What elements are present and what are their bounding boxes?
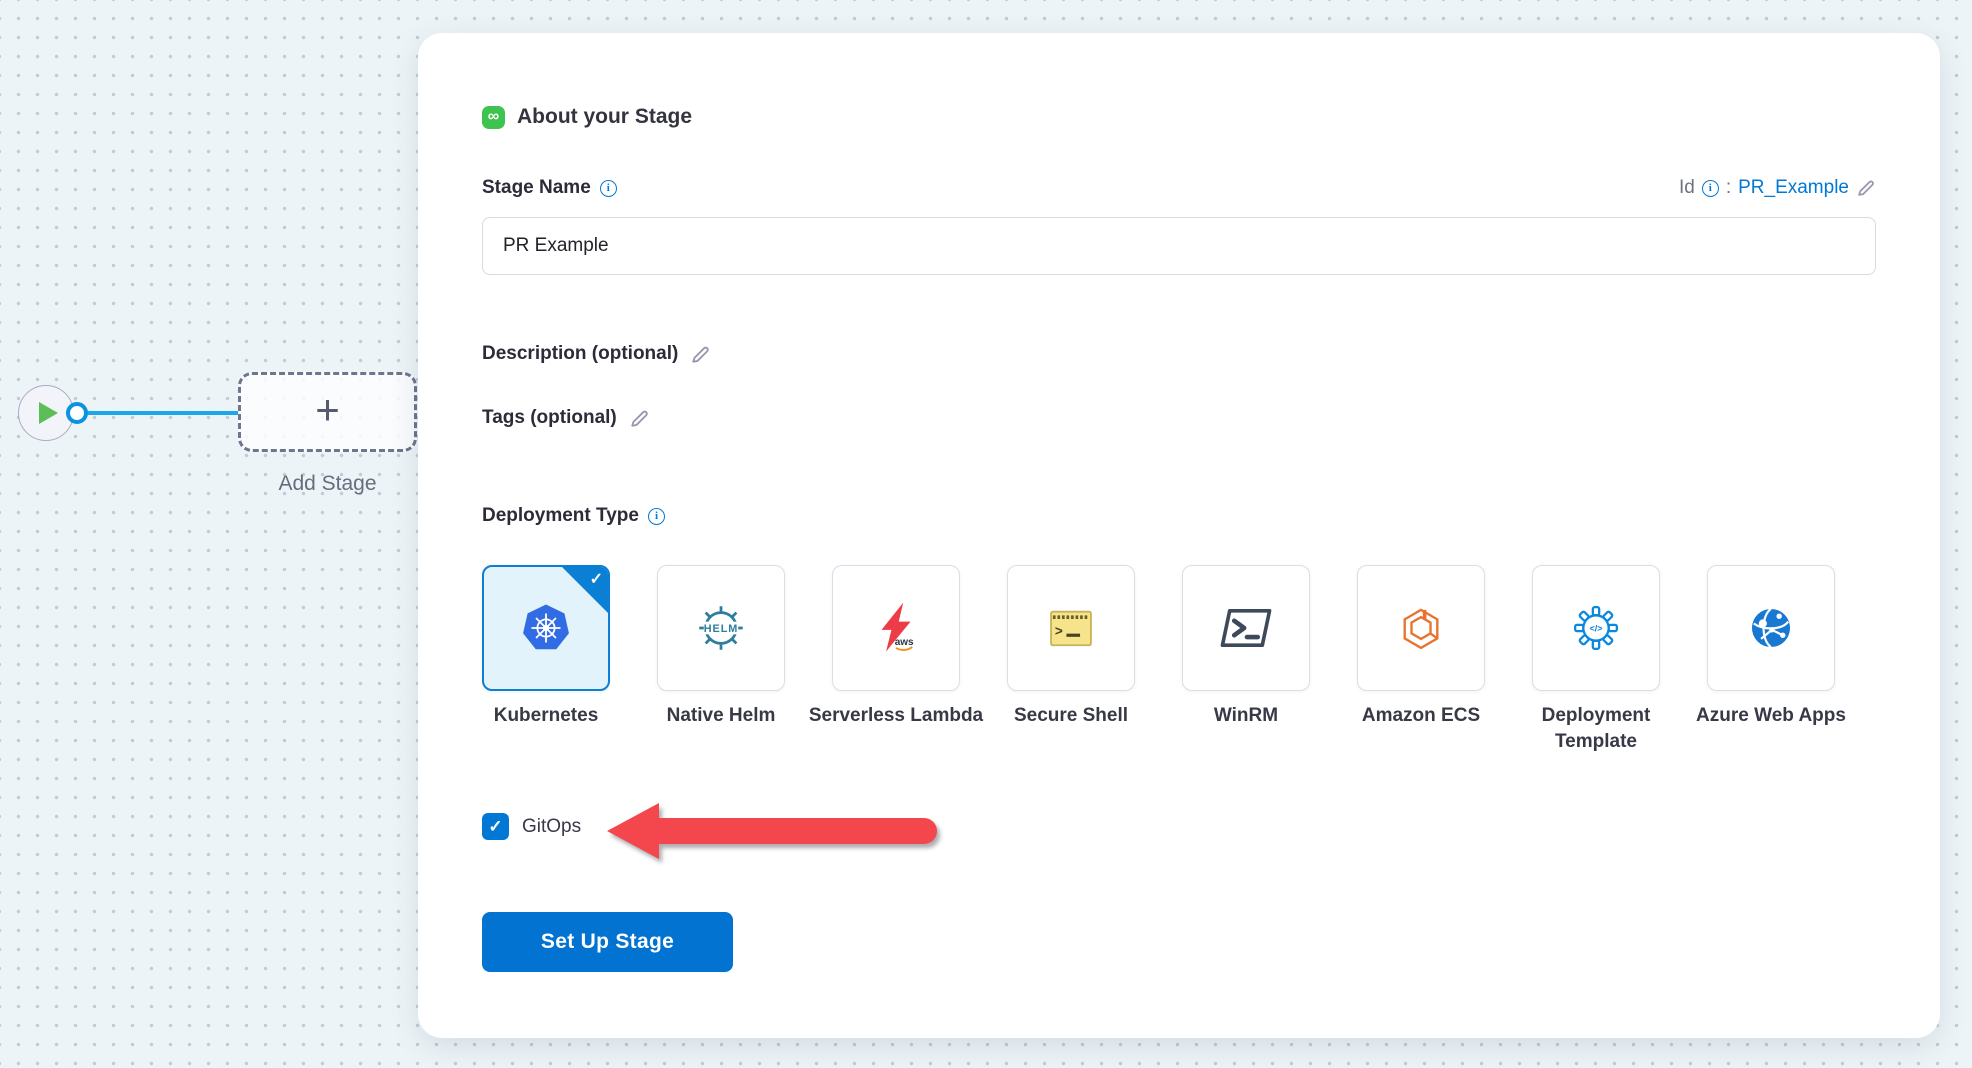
add-stage-button[interactable]: + bbox=[238, 372, 417, 452]
cd-module-icon: ∞ bbox=[482, 106, 505, 129]
add-stage-label: Add Stage bbox=[238, 472, 417, 496]
id-label: Id bbox=[1679, 177, 1695, 199]
arrow-head bbox=[607, 803, 659, 859]
arrow-shaft bbox=[659, 818, 937, 844]
id-info-icon[interactable]: i bbox=[1702, 180, 1719, 197]
node-connector-handle[interactable] bbox=[66, 402, 88, 424]
checkbox-check-icon: ✓ bbox=[488, 817, 502, 837]
kubernetes-icon bbox=[517, 599, 575, 657]
play-icon bbox=[39, 402, 58, 424]
deployment-type-secure-shell[interactable]: > Secure Shell bbox=[1007, 565, 1135, 755]
about-stage-panel: ∞ About your Stage Stage Name i Id i : P… bbox=[418, 33, 1940, 1038]
stage-name-label: Stage Name bbox=[482, 177, 591, 199]
deployment-type-deployment-template[interactable]: </> Deployment Template bbox=[1532, 565, 1660, 755]
deployment-type-amazon-ecs[interactable]: Amazon ECS bbox=[1357, 565, 1485, 755]
azure-web-apps-icon bbox=[1742, 599, 1800, 657]
id-separator: : bbox=[1726, 177, 1731, 199]
deployment-type-winrm[interactable]: WinRM bbox=[1182, 565, 1310, 755]
deployment-type-native-helm[interactable]: HELM Native Helm bbox=[657, 565, 785, 755]
panel-title: About your Stage bbox=[517, 105, 692, 129]
panel-header: ∞ About your Stage bbox=[482, 103, 1876, 131]
plus-icon: + bbox=[315, 389, 340, 431]
winrm-icon bbox=[1217, 599, 1275, 657]
set-up-stage-button[interactable]: Set Up Stage bbox=[482, 912, 733, 972]
deployment-type-cards: ✓ Kubernetes HELM Nat bbox=[482, 565, 1876, 755]
deployment-type-serverless-lambda[interactable]: aws Serverless Lambda bbox=[832, 565, 960, 755]
pipeline-edge bbox=[86, 411, 238, 415]
svg-text:aws: aws bbox=[895, 637, 914, 648]
deployment-type-label: Deployment Type bbox=[482, 505, 639, 527]
helm-icon: HELM bbox=[692, 599, 750, 657]
edit-description-pencil-icon[interactable] bbox=[690, 344, 711, 365]
deployment-type-info-icon[interactable]: i bbox=[648, 508, 665, 525]
serverless-lambda-icon: aws bbox=[867, 599, 925, 657]
svg-text:</>: </> bbox=[1589, 624, 1602, 634]
tags-label: Tags (optional) bbox=[482, 407, 617, 429]
description-label: Description (optional) bbox=[482, 343, 678, 365]
gitops-annotation-arrow bbox=[607, 803, 937, 859]
stage-name-input[interactable] bbox=[482, 217, 1876, 275]
stage-id-value: PR_Example bbox=[1738, 177, 1849, 199]
secure-shell-icon: > bbox=[1042, 599, 1100, 657]
gitops-label[interactable]: GitOps bbox=[522, 816, 581, 838]
stage-name-info-icon[interactable]: i bbox=[600, 180, 617, 197]
deployment-template-icon: </> bbox=[1567, 599, 1625, 657]
deployment-type-kubernetes[interactable]: ✓ Kubernetes bbox=[482, 565, 610, 755]
amazon-ecs-icon bbox=[1392, 599, 1450, 657]
edit-tags-pencil-icon[interactable] bbox=[629, 408, 650, 429]
svg-text:>: > bbox=[1055, 625, 1063, 640]
gitops-checkbox[interactable]: ✓ bbox=[482, 813, 509, 840]
deployment-type-azure-web-apps[interactable]: Azure Web Apps bbox=[1707, 565, 1835, 755]
svg-text:HELM: HELM bbox=[704, 623, 738, 635]
edit-id-pencil-icon[interactable] bbox=[1856, 178, 1876, 198]
